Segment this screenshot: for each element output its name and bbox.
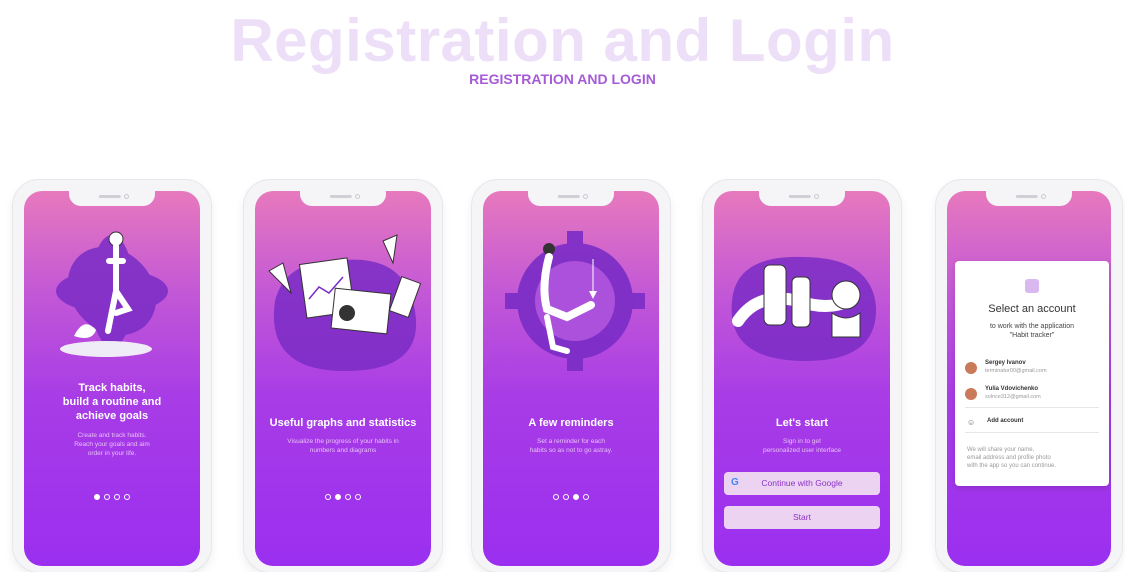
onboarding-title-line: achieve goals: [75, 410, 149, 422]
onboarding-text-line: Create and track habits.: [77, 432, 147, 439]
onboarding-text-line: Sign in to get: [783, 438, 821, 445]
google-icon: G: [731, 477, 739, 488]
phone-notch: [759, 191, 845, 206]
yoga-illustration: [56, 231, 168, 357]
phone-notch: [528, 191, 614, 206]
onboarding-screen-4: Let's start Sign in to get personalized u…: [714, 191, 890, 566]
account-email: terminator00@gmail.com: [985, 368, 1047, 374]
phone-notch: [69, 191, 155, 206]
divider: [965, 407, 1099, 408]
privacy-note-line: We will share your name,: [967, 447, 1035, 453]
onboarding-text-line: numbers and diagrams: [309, 447, 377, 454]
graphs-illustration: [268, 234, 422, 371]
page-dot[interactable]: [553, 494, 559, 500]
page-dot[interactable]: [355, 494, 361, 500]
phone-screen-1: Track habits, build a routine and achieve …: [13, 180, 211, 572]
onboarding-text-line: Reach your goals and aim: [74, 441, 150, 448]
page-dot[interactable]: [563, 494, 569, 500]
app-icon: [1025, 279, 1039, 293]
add-account-icon: ☺: [967, 418, 976, 427]
phone-screen-3: A few reminders Set a reminder for each h…: [472, 180, 670, 572]
page-dot[interactable]: [104, 494, 110, 500]
page-dot-active[interactable]: [573, 494, 579, 500]
reminder-gear-illustration: [505, 231, 645, 371]
page-subtitle: REGISTRATION AND LOGIN: [469, 71, 656, 87]
account-item[interactable]: Sergey Ivanov terminator00@gmail.com: [965, 360, 1099, 378]
onboarding-text-line: Set a reminder for each: [537, 438, 605, 445]
account-item[interactable]: Yulia Vdovichenko solnce312@gmail.com: [965, 386, 1099, 404]
google-button-label: Continue with Google: [761, 478, 843, 488]
onboarding-screen-1: Track habits, build a routine and achieve …: [24, 191, 200, 566]
page-dot-active[interactable]: [94, 494, 100, 500]
page-indicator[interactable]: [255, 487, 431, 505]
start-button-label: Start: [793, 512, 811, 522]
onboarding-screen-3: A few reminders Set a reminder for each h…: [483, 191, 659, 566]
dialog-title: Select an account: [988, 303, 1076, 315]
phone-screen-2: Useful graphs and statistics Visualize t…: [244, 180, 442, 572]
dialog-subtitle-line: to work with the application: [989, 323, 1075, 330]
onboarding-text-line: habits so as not to go astray.: [529, 447, 613, 454]
start-button[interactable]: Start: [724, 506, 880, 529]
page-dot[interactable]: [345, 494, 351, 500]
privacy-note-line: with the app so you can continue.: [967, 463, 1057, 469]
phone-screen-5: Select an account to work with the appli…: [936, 180, 1122, 572]
phone-notch: [986, 191, 1072, 206]
page-dot[interactable]: [124, 494, 130, 500]
onboarding-title-line: build a routine and: [62, 396, 162, 408]
continue-with-google-button[interactable]: G Continue with Google: [724, 472, 880, 495]
onboarding-text-line: Visualize the progress of your habits in: [287, 438, 399, 445]
onboarding-title: Useful graphs and statistics: [269, 417, 417, 429]
dialog-subtitle-line: "Habit tracker": [1009, 332, 1055, 339]
phone-notch: [300, 191, 386, 206]
onboarding-text-line: order in your life.: [87, 450, 137, 457]
onboarding-screen-2: Useful graphs and statistics Visualize t…: [255, 191, 431, 566]
account-select-screen: Select an account to work with the appli…: [947, 191, 1111, 566]
privacy-note: We will share your name, email address an…: [967, 446, 1099, 470]
privacy-note-line: email address and profile photo: [967, 455, 1051, 461]
divider: [965, 432, 1099, 433]
page-title: Registration and Login: [230, 7, 895, 74]
page-indicator[interactable]: [483, 487, 659, 505]
onboarding-title: Let's start: [775, 417, 829, 429]
avatar: [965, 362, 977, 374]
onboarding-text-line: personalized user interface: [762, 447, 842, 454]
avatar: [965, 388, 977, 400]
account-email: solnce312@gmail.com: [985, 394, 1041, 400]
page-indicator[interactable]: [24, 487, 200, 505]
page-dot-active[interactable]: [335, 494, 341, 500]
account-picker-dialog: Select an account to work with the appli…: [955, 261, 1109, 486]
add-account-button[interactable]: Add account: [987, 418, 1023, 424]
account-name: Sergey Ivanov: [985, 360, 1026, 366]
onboarding-title: A few reminders: [528, 417, 614, 429]
account-name: Yulia Vdovichenko: [985, 386, 1039, 392]
page-dot[interactable]: [583, 494, 589, 500]
onboarding-title-line: Track habits,: [78, 382, 146, 394]
start-illustration: [731, 256, 877, 361]
phone-screen-4: Let's start Sign in to get personalized u…: [703, 180, 901, 572]
page-dot[interactable]: [325, 494, 331, 500]
page-dot[interactable]: [114, 494, 120, 500]
